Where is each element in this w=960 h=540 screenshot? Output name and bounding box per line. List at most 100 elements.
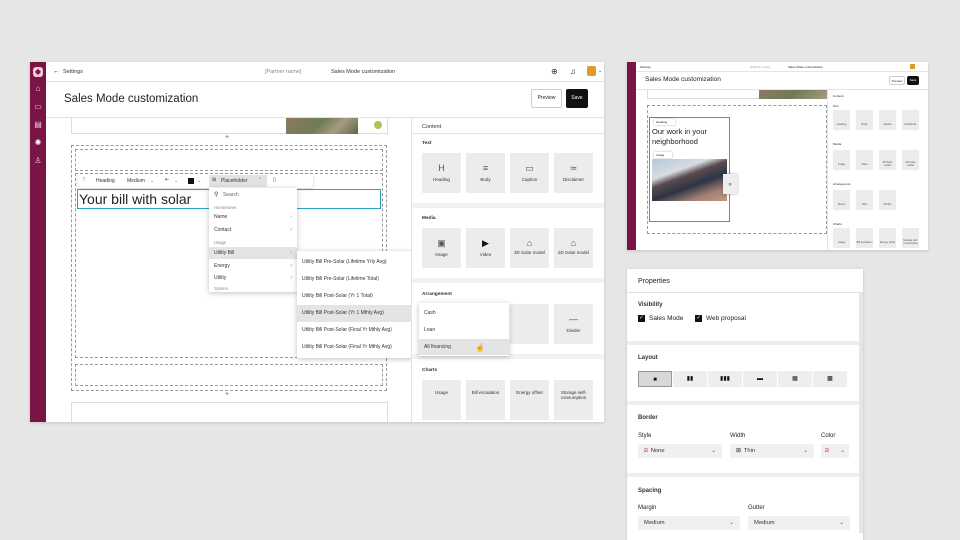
size-dropdown[interactable]: Medium bbox=[127, 178, 145, 184]
tile-storage-self-consumption[interactable]: Storage self-consumption bbox=[554, 380, 593, 420]
border-color-select[interactable]: ⧄ ⌄ bbox=[821, 444, 849, 458]
layout-two-row-icon[interactable]: ▬ bbox=[743, 371, 777, 387]
thumb-heading-text[interactable]: Our work in your neighborhood bbox=[652, 127, 727, 149]
thumb-preview-button[interactable]: Preview bbox=[889, 76, 905, 85]
gutter-select[interactable]: Medium ⌄ bbox=[748, 516, 850, 530]
financing-item-all[interactable]: All financing bbox=[419, 339, 509, 355]
align-icon[interactable]: ⇤ bbox=[165, 177, 169, 183]
settings-icon[interactable]: ✺ bbox=[33, 138, 43, 148]
thumb-tile[interactable]: Usage bbox=[833, 228, 850, 248]
submenu-item-selected[interactable]: Utility Bill Post-Solar (Yr 1 Mthly Avg)… bbox=[297, 305, 411, 322]
preview-button[interactable]: Preview bbox=[531, 89, 562, 108]
folder-icon[interactable]: ▭ bbox=[33, 102, 43, 112]
placeholder-search-input[interactable]: Search bbox=[223, 192, 239, 198]
thumb-top-bar: Settings [Partner name] Sales Mode custo… bbox=[636, 62, 928, 72]
thumb-tile[interactable]: Heading bbox=[833, 110, 850, 130]
tile-divider[interactable]: — Divider bbox=[554, 304, 593, 344]
block-type-label[interactable]: Heading bbox=[96, 178, 115, 184]
menu-item-label: Energy bbox=[214, 263, 230, 269]
thumb-tile[interactable]: Divider bbox=[879, 190, 896, 210]
team-icon[interactable]: ♙ bbox=[33, 156, 43, 166]
thumb-back-link[interactable]: Settings bbox=[640, 65, 651, 69]
thumb-tile-label: Heading bbox=[836, 123, 847, 126]
notification-bell-icon[interactable]: ♫ bbox=[570, 67, 576, 76]
submenu-item[interactable]: Utility Bill Pre-Solar (Lifetime Total)› bbox=[297, 271, 411, 288]
thumb-tile[interactable]: Video bbox=[856, 150, 873, 170]
visibility-sales-mode[interactable]: ✓ Sales Mode bbox=[638, 315, 683, 322]
tile-video[interactable]: ▶ Video bbox=[466, 228, 505, 268]
document-icon[interactable]: ▤ bbox=[33, 120, 43, 130]
tile-body[interactable]: ≡ Body bbox=[466, 153, 505, 193]
tile-bill-escalation[interactable]: Bill escalation bbox=[466, 380, 505, 420]
section-media: Media bbox=[422, 216, 436, 221]
delete-icon[interactable]: ▯ bbox=[273, 177, 276, 183]
thumb-heading-chip[interactable]: Heading bbox=[654, 119, 675, 125]
menu-item-name[interactable]: Name › bbox=[209, 211, 297, 223]
tile-arrangement[interactable] bbox=[510, 304, 549, 344]
checkbox-checked-icon[interactable]: ✓ bbox=[638, 315, 645, 322]
tile-image[interactable]: ▣ Image bbox=[422, 228, 461, 268]
page-header: Sales Mode customization Preview Save bbox=[46, 82, 604, 118]
menu-item-utility-bill[interactable]: Utility Bill › bbox=[209, 247, 297, 259]
thumb-tile[interactable]: 2D Solar model bbox=[902, 150, 919, 170]
tile-heading[interactable]: H Heading bbox=[422, 153, 461, 193]
home-icon[interactable]: ⌂ bbox=[33, 84, 43, 94]
thumb-tile[interactable]: Image bbox=[833, 150, 850, 170]
financing-item-cash[interactable]: Cash bbox=[419, 305, 509, 321]
placeholder-button[interactable]: ⊞ Placeholder ⌃ bbox=[209, 175, 267, 187]
tile-3d-solar-model[interactable]: ⌂ 3D Solar model bbox=[510, 228, 549, 268]
back-settings-link[interactable]: Settings bbox=[63, 69, 83, 75]
submenu-item[interactable]: Utility Bill Post-Solar (Final Yr Mthly … bbox=[297, 322, 411, 339]
border-width-select[interactable]: ⊠ Thin ⌄ bbox=[730, 444, 814, 458]
menu-item-energy[interactable]: Energy › bbox=[209, 260, 297, 272]
thumb-tile[interactable]: Bill escalation bbox=[856, 228, 873, 248]
thumb-tile[interactable]: Space bbox=[833, 190, 850, 210]
submenu-item[interactable]: Utility Bill Post-Solar (Final Yr Mthly … bbox=[297, 339, 411, 356]
thumb-save-button[interactable]: Save bbox=[907, 76, 919, 85]
tile-disclaimer[interactable]: ≃ Disclaimer bbox=[554, 153, 593, 193]
layout-one-column-icon[interactable]: ■ bbox=[638, 371, 672, 387]
layout-three-column-icon[interactable]: ▮▮▮ bbox=[708, 371, 742, 387]
thumb-tile[interactable]: Storage self-consumption bbox=[902, 228, 919, 248]
back-arrow-icon[interactable]: ← bbox=[53, 68, 60, 75]
properties-scrollbar[interactable] bbox=[859, 293, 863, 533]
help-icon[interactable]: ⊕ bbox=[551, 67, 558, 76]
app-logo-icon[interactable]: ◆ bbox=[33, 67, 43, 77]
checkbox-checked-icon[interactable]: ✓ bbox=[695, 315, 702, 322]
thumb-tile[interactable]: Energy offset bbox=[879, 228, 896, 248]
tile-2d-solar-model[interactable]: ⌂ 2D Solar model bbox=[554, 228, 593, 268]
drag-handle-icon[interactable]: ⠿ bbox=[82, 177, 86, 183]
layout-grid-icon[interactable]: ▦ bbox=[778, 371, 812, 387]
add-block-icon-bottom[interactable]: + bbox=[225, 391, 229, 398]
margin-select[interactable]: Medium ⌄ bbox=[638, 516, 740, 530]
row-outline[interactable] bbox=[75, 149, 383, 171]
menu-item-utility[interactable]: Utility › bbox=[209, 272, 297, 284]
thumb-image-chip[interactable]: Image bbox=[654, 152, 672, 158]
submenu-item[interactable]: Utility Bill Post-Solar (Yr 1 Total)› bbox=[297, 288, 411, 305]
avatar[interactable] bbox=[587, 66, 596, 76]
thumb-drag-tile[interactable]: ▥ bbox=[723, 174, 737, 194]
thumb-tile[interactable]: Tabs bbox=[856, 190, 873, 210]
heading-text[interactable]: Your bill with solar bbox=[79, 191, 191, 207]
layout-two-column-icon[interactable]: ▮▮ bbox=[673, 371, 707, 387]
submenu-item[interactable]: Utility Bill Pre-Solar (Lifetime Yrly Av… bbox=[297, 254, 411, 271]
tile-caption[interactable]: ▭ Caption bbox=[510, 153, 549, 193]
next-block[interactable] bbox=[71, 402, 388, 422]
financing-item-loan[interactable]: Loan bbox=[419, 322, 509, 338]
chevron-down-icon[interactable]: ⌄ bbox=[598, 68, 602, 74]
thumb-tile[interactable]: 3D Solar model bbox=[879, 150, 896, 170]
add-block-icon[interactable]: + bbox=[225, 134, 229, 141]
save-button[interactable]: Save bbox=[566, 89, 588, 108]
menu-item-contact[interactable]: Contact › bbox=[209, 224, 297, 236]
text-color-swatch[interactable] bbox=[188, 178, 194, 184]
visibility-web-proposal[interactable]: ✓ Web proposal bbox=[695, 315, 746, 322]
tile-energy-offset[interactable]: Energy offset bbox=[510, 380, 549, 420]
row-outline-bottom[interactable] bbox=[75, 364, 383, 386]
tile-usage[interactable]: Usage bbox=[422, 380, 461, 420]
thumb-tile[interactable]: Disclaimer bbox=[902, 110, 919, 130]
layout-six-grid-icon[interactable]: ▩ bbox=[813, 371, 847, 387]
thumb-tile[interactable]: Body bbox=[856, 110, 873, 130]
menu-group-homeowner: Homeowner bbox=[214, 205, 237, 210]
thumb-tile[interactable]: Caption bbox=[879, 110, 896, 130]
border-style-select[interactable]: ⧄ None ⌄ bbox=[638, 444, 722, 458]
